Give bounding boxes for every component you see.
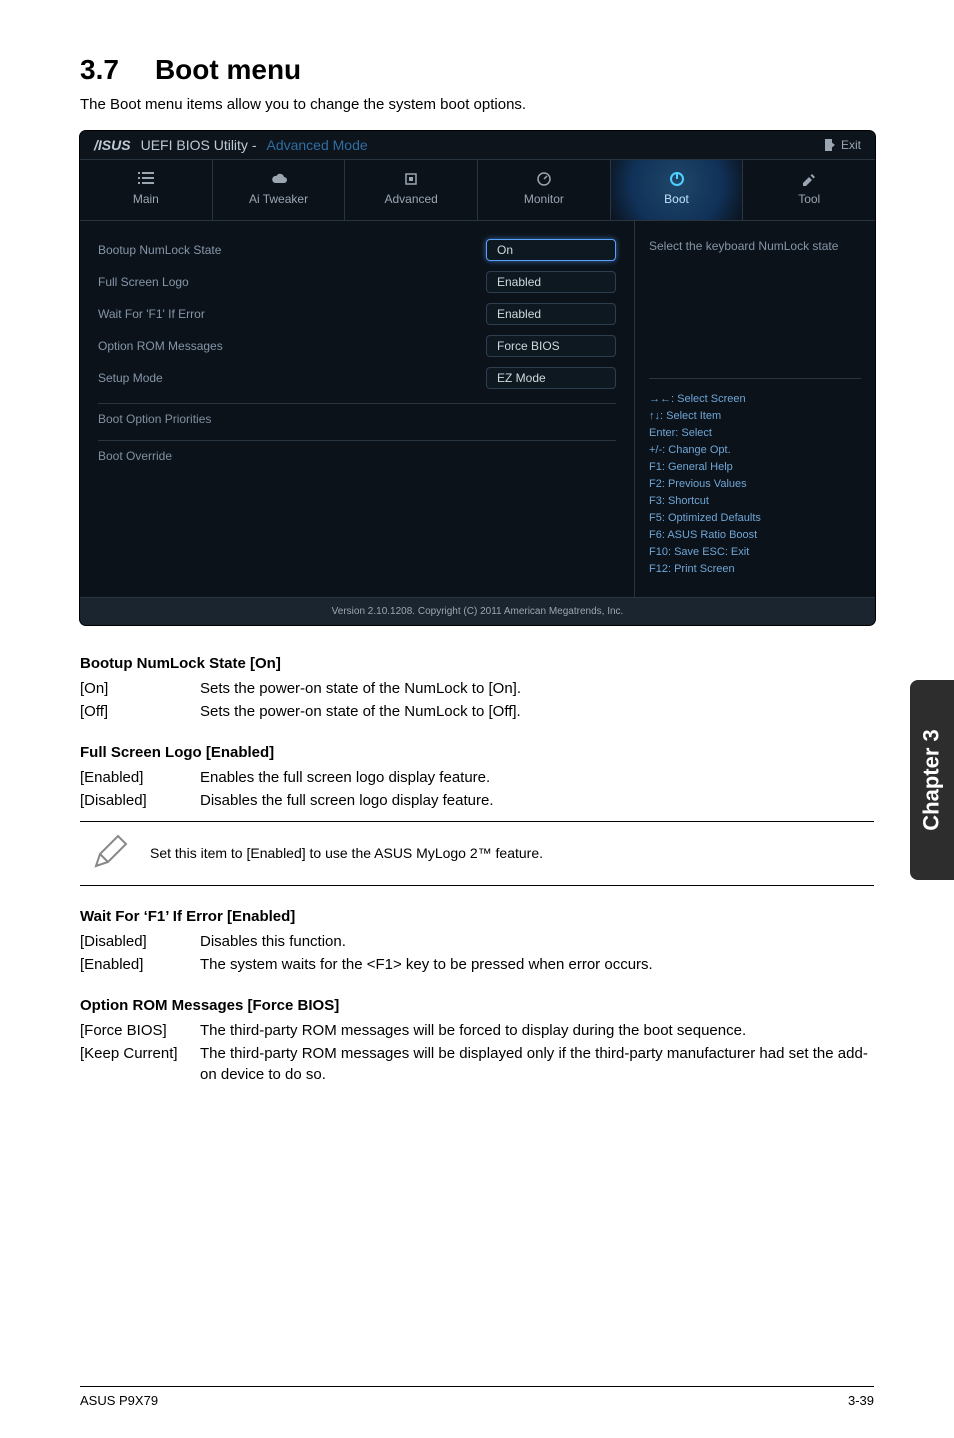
tab-label: Boot: [664, 192, 689, 206]
help-key-line: F12: Print Screen: [649, 561, 861, 578]
option-row[interactable]: Option ROM Messages Force BIOS: [98, 335, 616, 357]
section-divider: Boot Option Priorities: [98, 403, 616, 426]
help-key-line: →←: Select Screen: [649, 391, 861, 408]
help-key-line: F10: Save ESC: Exit: [649, 544, 861, 561]
definition-term: [Disabled]: [80, 790, 200, 811]
definition-row: [Enabled] The system waits for the <F1> …: [80, 954, 874, 975]
subsection-heading: Full Screen Logo [Enabled]: [80, 744, 874, 761]
option-label: Bootup NumLock State: [98, 243, 221, 257]
definition-row: [On] Sets the power-on state of the NumL…: [80, 678, 874, 699]
option-value[interactable]: EZ Mode: [486, 367, 616, 389]
bios-titlebar: /ISUS UEFI BIOS Utility - Advanced Mode …: [80, 131, 875, 160]
definition-term: [Force BIOS]: [80, 1020, 200, 1041]
exit-icon: [825, 139, 835, 151]
definition-desc: Sets the power-on state of the NumLock t…: [200, 678, 874, 699]
definition-row: [Disabled] Disables the full screen logo…: [80, 790, 874, 811]
definition-term: [Keep Current]: [80, 1043, 200, 1085]
help-key-line: ↑↓: Select Item: [649, 408, 861, 425]
bios-title-app: UEFI BIOS Utility -: [141, 137, 257, 153]
tab-main[interactable]: Main: [80, 160, 213, 220]
bios-footer: Version 2.10.1208. Copyright (C) 2011 Am…: [80, 597, 875, 625]
definition-row: [Keep Current] The third-party ROM messa…: [80, 1043, 874, 1085]
cloud-icon: [269, 170, 289, 188]
definition-desc: Disables the full screen logo display fe…: [200, 790, 874, 811]
monitor-icon: [534, 170, 554, 188]
subsection-heading: Option ROM Messages [Force BIOS]: [80, 997, 874, 1014]
definition-desc: Sets the power-on state of the NumLock t…: [200, 701, 874, 722]
definition-term: [Enabled]: [80, 767, 200, 788]
option-value[interactable]: On: [486, 239, 616, 261]
option-label: Full Screen Logo: [98, 275, 189, 289]
section-title-text: Boot menu: [155, 54, 301, 85]
definition-term: [Off]: [80, 701, 200, 722]
tab-label: Monitor: [524, 192, 564, 206]
definition-desc: Disables this function.: [200, 931, 874, 952]
bios-title-mode: Advanced Mode: [266, 137, 367, 153]
tab-label: Main: [133, 192, 159, 206]
exit-button[interactable]: Exit: [825, 138, 861, 152]
definition-desc: The system waits for the <F1> key to be …: [200, 954, 874, 975]
option-row[interactable]: Wait For 'F1' If Error Enabled: [98, 303, 616, 325]
tool-icon: [799, 170, 819, 188]
subsection-heading: Wait For ‘F1’ If Error [Enabled]: [80, 908, 874, 925]
definition-row: [Enabled] Enables the full screen logo d…: [80, 767, 874, 788]
note-box: Set this item to [Enabled] to use the AS…: [80, 821, 874, 886]
option-value[interactable]: Enabled: [486, 303, 616, 325]
option-row[interactable]: Setup Mode EZ Mode: [98, 367, 616, 389]
bios-tabbar: Main Ai Tweaker Advanced Monitor: [80, 160, 875, 221]
bios-brand: /ISUS: [94, 137, 131, 153]
help-key-line: F6: ASUS Ratio Boost: [649, 527, 861, 544]
help-key-line: F1: General Help: [649, 459, 861, 476]
tab-boot[interactable]: Boot: [611, 160, 744, 220]
note-text: Set this item to [Enabled] to use the AS…: [150, 845, 543, 861]
power-icon: [667, 170, 687, 188]
tab-tool[interactable]: Tool: [743, 160, 875, 220]
bios-help-text: Select the keyboard NumLock state: [649, 239, 861, 379]
option-row[interactable]: Bootup NumLock State On: [98, 239, 616, 261]
help-key-line: F3: Shortcut: [649, 493, 861, 510]
tab-label: Advanced: [384, 192, 437, 206]
option-value[interactable]: Enabled: [486, 271, 616, 293]
bios-option-panel: Bootup NumLock State On Full Screen Logo…: [80, 221, 635, 597]
footer-left: ASUS P9X79: [80, 1393, 158, 1408]
section-number: 3.7: [80, 54, 119, 86]
definition-row: [Disabled] Disables this function.: [80, 931, 874, 952]
definition-desc: The third-party ROM messages will be for…: [200, 1020, 874, 1041]
option-label: Option ROM Messages: [98, 339, 223, 353]
list-icon: [136, 170, 156, 188]
chip-icon: [401, 170, 421, 188]
tab-label: Tool: [798, 192, 820, 206]
tab-advanced[interactable]: Advanced: [345, 160, 478, 220]
tab-label: Ai Tweaker: [249, 192, 308, 206]
definition-term: [Enabled]: [80, 954, 200, 975]
option-label: Setup Mode: [98, 371, 163, 385]
tab-ai-tweaker[interactable]: Ai Tweaker: [213, 160, 346, 220]
page-footer: ASUS P9X79 3-39: [80, 1386, 874, 1408]
subsection-heading: Bootup NumLock State [On]: [80, 655, 874, 672]
help-key-line: +/-: Change Opt.: [649, 442, 861, 459]
bios-screenshot: /ISUS UEFI BIOS Utility - Advanced Mode …: [80, 131, 875, 625]
option-value[interactable]: Force BIOS: [486, 335, 616, 357]
definition-row: [Off] Sets the power-on state of the Num…: [80, 701, 874, 722]
section-divider: Boot Override: [98, 440, 616, 463]
definition-desc: The third-party ROM messages will be dis…: [200, 1043, 874, 1085]
help-key-line: F5: Optimized Defaults: [649, 510, 861, 527]
definition-row: [Force BIOS] The third-party ROM message…: [80, 1020, 874, 1041]
chapter-side-label: Chapter 3: [919, 729, 945, 830]
section-intro: The Boot menu items allow you to change …: [80, 96, 874, 113]
help-key-line: Enter: Select: [649, 425, 861, 442]
option-row[interactable]: Full Screen Logo Enabled: [98, 271, 616, 293]
footer-right: 3-39: [848, 1393, 874, 1408]
definition-desc: Enables the full screen logo display fea…: [200, 767, 874, 788]
bios-help-keys: →←: Select Screen ↑↓: Select Item Enter:…: [649, 379, 861, 579]
tab-monitor[interactable]: Monitor: [478, 160, 611, 220]
help-key-line: F2: Previous Values: [649, 476, 861, 493]
pencil-icon: [90, 832, 130, 875]
exit-label: Exit: [841, 138, 861, 152]
option-label: Wait For 'F1' If Error: [98, 307, 205, 321]
definition-term: [Disabled]: [80, 931, 200, 952]
definition-term: [On]: [80, 678, 200, 699]
chapter-side-tab: Chapter 3: [910, 680, 954, 880]
page-title: 3.7 Boot menu: [80, 54, 874, 86]
